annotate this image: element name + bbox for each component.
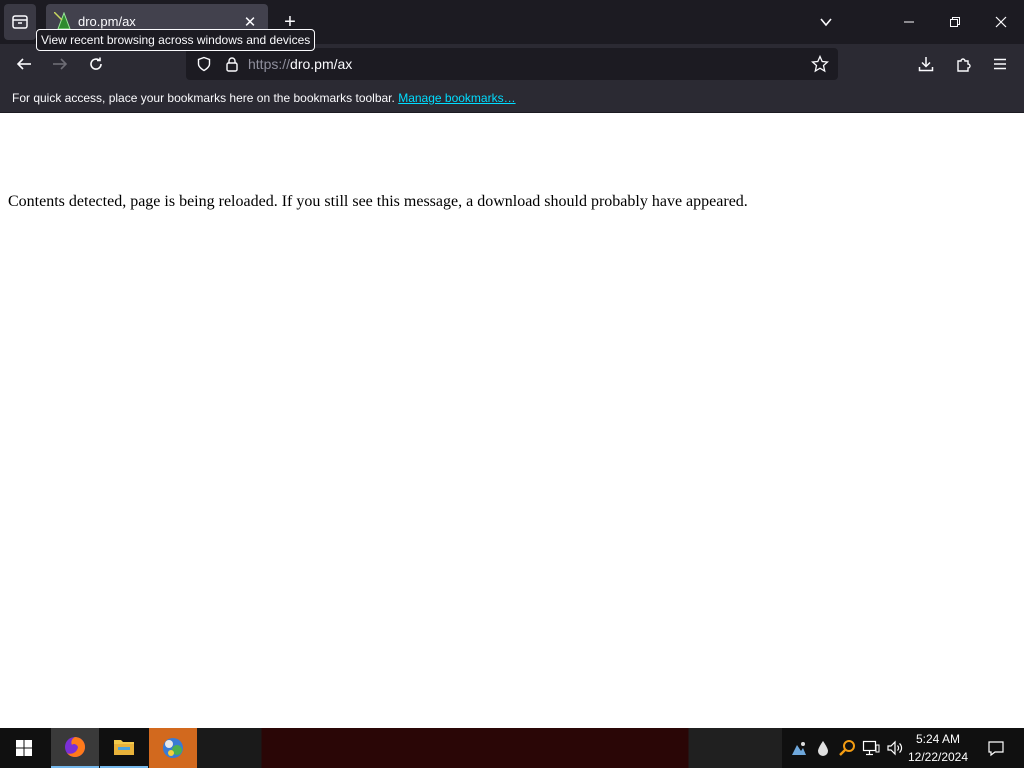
manage-bookmarks-link[interactable]: Manage bookmarks… [398,91,515,105]
forward-button[interactable] [44,48,76,80]
bookmark-star-icon[interactable] [808,52,832,76]
tray-droplet-icon[interactable] [812,736,834,760]
chevron-down-icon [820,18,832,27]
bookmarks-toolbar: For quick access, place your bookmarks h… [0,84,1024,113]
arrow-right-icon [53,58,68,70]
firefox-icon [65,737,85,757]
app-icon [163,738,183,758]
firefox-view-button[interactable] [4,4,36,40]
tab-title: dro.pm/ax [78,14,136,29]
arrow-left-icon [16,58,31,70]
tray-search-icon[interactable] [836,736,858,760]
tray-people-icon[interactable] [788,736,810,760]
taskbar-app[interactable] [149,728,197,768]
restore-icon [950,17,960,27]
url-scheme: https:// [248,56,291,72]
tooltip: View recent browsing across windows and … [36,29,316,51]
network-icon[interactable] [860,736,882,760]
firefox-view-icon [12,15,28,29]
bookmarks-hint-text: For quick access, place your bookmarks h… [12,91,395,105]
url-text[interactable]: https://dro.pm/ax [248,56,352,72]
action-center-button[interactable] [980,732,1012,764]
page-content: Contents detected, page is being reloade… [0,113,1024,728]
clock-time: 5:24 AM [915,732,961,746]
lock-icon[interactable] [220,52,244,76]
download-icon [918,57,934,72]
minimize-icon [904,21,914,23]
hamburger-menu-icon [994,58,1006,70]
close-icon [995,16,1007,28]
windows-logo-icon [16,740,32,756]
puzzle-piece-icon [957,58,971,72]
minimize-button[interactable] [886,0,932,44]
reload-button[interactable] [80,48,112,80]
start-button[interactable] [0,728,48,768]
restore-button[interactable] [932,0,978,44]
reload-icon [90,57,102,70]
clock-date: 12/22/2024 [907,750,969,764]
url-host-path: dro.pm/ax [290,56,353,72]
list-all-tabs-button[interactable] [814,10,838,34]
taskbar-wallpaper-area [197,728,782,768]
extensions-button[interactable] [948,48,980,80]
bookmarks-toolbar-message: For quick access, place your bookmarks h… [12,91,516,105]
tracking-protection-shield-icon[interactable] [192,52,216,76]
taskbar: 5:24 AM 12/22/2024 [0,728,1024,768]
taskbar-file-explorer[interactable] [100,728,148,768]
volume-icon[interactable] [884,736,906,760]
back-button[interactable] [8,48,40,80]
downloads-button[interactable] [910,48,942,80]
taskbar-firefox[interactable] [51,728,99,768]
taskbar-clock[interactable]: 5:24 AM 12/22/2024 [906,730,970,766]
url-bar[interactable]: https://dro.pm/ax [186,48,838,80]
file-explorer-icon [114,740,134,755]
page-message: Contents detected, page is being reloade… [8,193,748,210]
window-close-button[interactable] [978,0,1024,44]
notification-icon [988,741,1004,757]
app-menu-button[interactable] [984,48,1016,80]
